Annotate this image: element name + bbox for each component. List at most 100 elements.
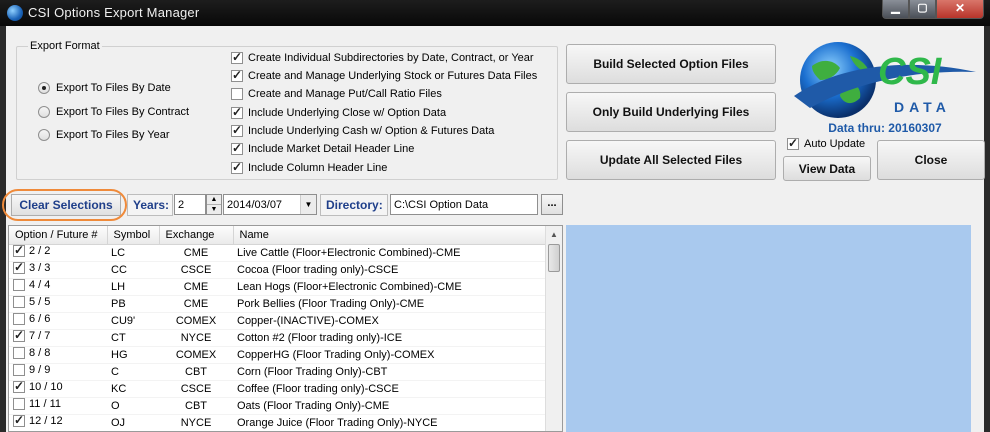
directory-label: Directory: bbox=[320, 194, 388, 216]
view-data-button[interactable]: View Data bbox=[783, 156, 871, 181]
cell-option-future[interactable]: 2 / 2 bbox=[9, 244, 107, 262]
check-underlying-files[interactable]: Create and Manage Underlying Stock or Fu… bbox=[231, 68, 537, 82]
radio-indicator[interactable] bbox=[38, 82, 50, 94]
highlight-ring bbox=[2, 189, 127, 221]
minimize-button[interactable]: ▁ bbox=[882, 0, 909, 19]
cell-name: Pork Bellies (Floor Trading Only)-CME bbox=[233, 295, 546, 313]
cell-name: Live Cattle (Floor+Electronic Combined)-… bbox=[233, 244, 546, 262]
checkbox[interactable] bbox=[231, 160, 243, 174]
checkbox[interactable] bbox=[231, 141, 243, 155]
logo-csi-text: CSI bbox=[878, 51, 943, 93]
checkbox-label: Include Column Header Line bbox=[248, 162, 388, 174]
row-number: 10 / 10 bbox=[29, 381, 63, 393]
table-scrollbar[interactable]: ▲ bbox=[545, 226, 562, 431]
checkbox[interactable] bbox=[231, 123, 243, 137]
dropdown-arrow-icon[interactable]: ▼ bbox=[300, 195, 316, 214]
radio-export-by-date[interactable]: Export To Files By Date bbox=[38, 82, 171, 94]
cell-option-future[interactable]: 7 / 7 bbox=[9, 329, 107, 347]
table-row[interactable]: 4 / 4 LH CME Lean Hogs (Floor+Electronic Co… bbox=[9, 278, 546, 296]
radio-export-by-contract[interactable]: Export To Files By Contract bbox=[38, 106, 189, 118]
cell-option-future[interactable]: 9 / 9 bbox=[9, 363, 107, 381]
scroll-thumb[interactable] bbox=[548, 244, 560, 272]
only-build-underlying-files-button[interactable]: Only Build Underlying Files bbox=[566, 92, 776, 132]
row-checkbox[interactable] bbox=[13, 279, 25, 291]
table-row[interactable]: 9 / 9 C CBT Corn (Floor Trading Only)-CBT bbox=[9, 363, 546, 381]
row-checkbox[interactable] bbox=[13, 380, 25, 393]
row-checkbox[interactable] bbox=[13, 261, 25, 274]
checkbox[interactable] bbox=[231, 105, 243, 119]
cell-symbol: HG bbox=[107, 346, 159, 364]
date-value: 2014/03/07 bbox=[227, 198, 283, 211]
row-checkbox[interactable] bbox=[13, 296, 25, 308]
row-checkbox[interactable] bbox=[13, 398, 25, 410]
cell-exchange: CME bbox=[159, 278, 233, 296]
radio-export-by-year[interactable]: Export To Files By Year bbox=[38, 129, 170, 141]
table-row[interactable]: 8 / 8 HG COMEX CopperHG (Floor Trading Only… bbox=[9, 346, 546, 364]
cell-name: Lean Hogs (Floor+Electronic Combined)-CM… bbox=[233, 278, 546, 296]
checkbox[interactable] bbox=[787, 136, 799, 150]
cell-exchange: CSCE bbox=[159, 380, 233, 398]
table-row[interactable]: 2 / 2 LCCMELive Cattle (Floor+Electronic … bbox=[9, 244, 546, 262]
cell-symbol: KC bbox=[107, 380, 159, 398]
check-column-header[interactable]: Include Column Header Line bbox=[231, 160, 388, 174]
years-label: Years: bbox=[127, 194, 173, 216]
cell-option-future[interactable]: 12 / 12 bbox=[9, 414, 107, 431]
col-symbol[interactable]: Symbol bbox=[107, 226, 160, 245]
row-checkbox[interactable] bbox=[13, 244, 25, 257]
table-row[interactable]: 6 / 6 CU9' COMEX Copper-(INACTIVE)-COMEX bbox=[9, 312, 546, 330]
cell-option-future[interactable]: 8 / 8 bbox=[9, 346, 107, 364]
checkbox[interactable] bbox=[231, 68, 243, 82]
check-underlying-close[interactable]: Include Underlying Close w/ Option Data bbox=[231, 105, 446, 119]
cell-symbol: O bbox=[107, 397, 159, 415]
logo-data-text: DATA bbox=[894, 99, 951, 115]
check-put-call-ratio[interactable]: Create and Manage Put/Call Ratio Files bbox=[231, 88, 442, 100]
cell-option-future[interactable]: 11 / 11 bbox=[9, 397, 107, 415]
table-row[interactable]: 12 / 12 OJNYCEOrange Juice (Floor Trading… bbox=[9, 414, 546, 431]
build-selected-option-files-button[interactable]: Build Selected Option Files bbox=[566, 44, 776, 84]
date-dropdown[interactable]: 2014/03/07 ▼ bbox=[223, 194, 317, 215]
check-create-subdirectories[interactable]: Create Individual Subdirectories by Date… bbox=[231, 50, 534, 64]
checkbox[interactable] bbox=[231, 50, 243, 64]
scroll-up-icon[interactable]: ▲ bbox=[546, 226, 562, 243]
directory-input[interactable]: C:\CSI Option Data bbox=[390, 194, 538, 215]
update-all-selected-files-button[interactable]: Update All Selected Files bbox=[566, 140, 776, 180]
row-checkbox[interactable] bbox=[13, 364, 25, 376]
cell-option-future[interactable]: 3 / 3 bbox=[9, 261, 107, 279]
browse-button[interactable]: ... bbox=[541, 194, 563, 215]
row-checkbox[interactable] bbox=[13, 347, 25, 359]
auto-update-checkbox[interactable]: Auto Update bbox=[787, 136, 865, 150]
cell-option-future[interactable]: 4 / 4 bbox=[9, 278, 107, 296]
checkbox-label: Include Underlying Cash w/ Option & Futu… bbox=[248, 125, 495, 137]
radio-indicator[interactable] bbox=[38, 106, 50, 118]
cell-symbol: LH bbox=[107, 278, 159, 296]
row-number: 12 / 12 bbox=[29, 415, 63, 427]
data-thru-label: Data thru: 20160307 bbox=[828, 121, 942, 135]
spin-up-icon[interactable]: ▲ bbox=[207, 195, 221, 205]
check-underlying-cash[interactable]: Include Underlying Cash w/ Option & Futu… bbox=[231, 123, 495, 137]
col-option-future[interactable]: Option / Future # bbox=[9, 226, 108, 245]
spin-down-icon[interactable]: ▼ bbox=[207, 205, 221, 215]
table-row[interactable]: 10 / 10 KCCSCECoffee (Floor trading only)… bbox=[9, 380, 546, 398]
row-checkbox[interactable] bbox=[13, 414, 25, 427]
col-exchange[interactable]: Exchange bbox=[159, 226, 234, 245]
close-window-button[interactable]: ✕ bbox=[936, 0, 984, 19]
col-name[interactable]: Name bbox=[233, 226, 547, 245]
check-market-detail-header[interactable]: Include Market Detail Header Line bbox=[231, 141, 414, 155]
csi-data-logo: CSI DATA bbox=[790, 36, 980, 120]
cell-option-future[interactable]: 5 / 5 bbox=[9, 295, 107, 313]
row-checkbox[interactable] bbox=[13, 329, 25, 342]
table-row[interactable]: 11 / 11 O CBT Oats (Floor Trading Only)-CME bbox=[9, 397, 546, 415]
radio-indicator[interactable] bbox=[38, 129, 50, 141]
table-row[interactable]: 3 / 3 CCCSCECocoa (Floor trading only)-CS… bbox=[9, 261, 546, 279]
years-spinner[interactable]: ▲ ▼ bbox=[206, 194, 222, 215]
table-row[interactable]: 5 / 5 PB CME Pork Bellies (Floor Trading On… bbox=[9, 295, 546, 313]
cell-option-future[interactable]: 10 / 10 bbox=[9, 380, 107, 398]
maximize-button[interactable]: ▢ bbox=[909, 0, 936, 19]
row-checkbox[interactable] bbox=[13, 313, 25, 325]
table-row[interactable]: 7 / 7 CTNYCECotton #2 (Floor trading only… bbox=[9, 329, 546, 347]
checkbox[interactable] bbox=[231, 88, 243, 100]
cell-symbol: LC bbox=[107, 244, 159, 262]
cell-option-future[interactable]: 6 / 6 bbox=[9, 312, 107, 330]
years-input[interactable]: 2 bbox=[174, 194, 206, 215]
close-button[interactable]: Close bbox=[877, 140, 985, 180]
